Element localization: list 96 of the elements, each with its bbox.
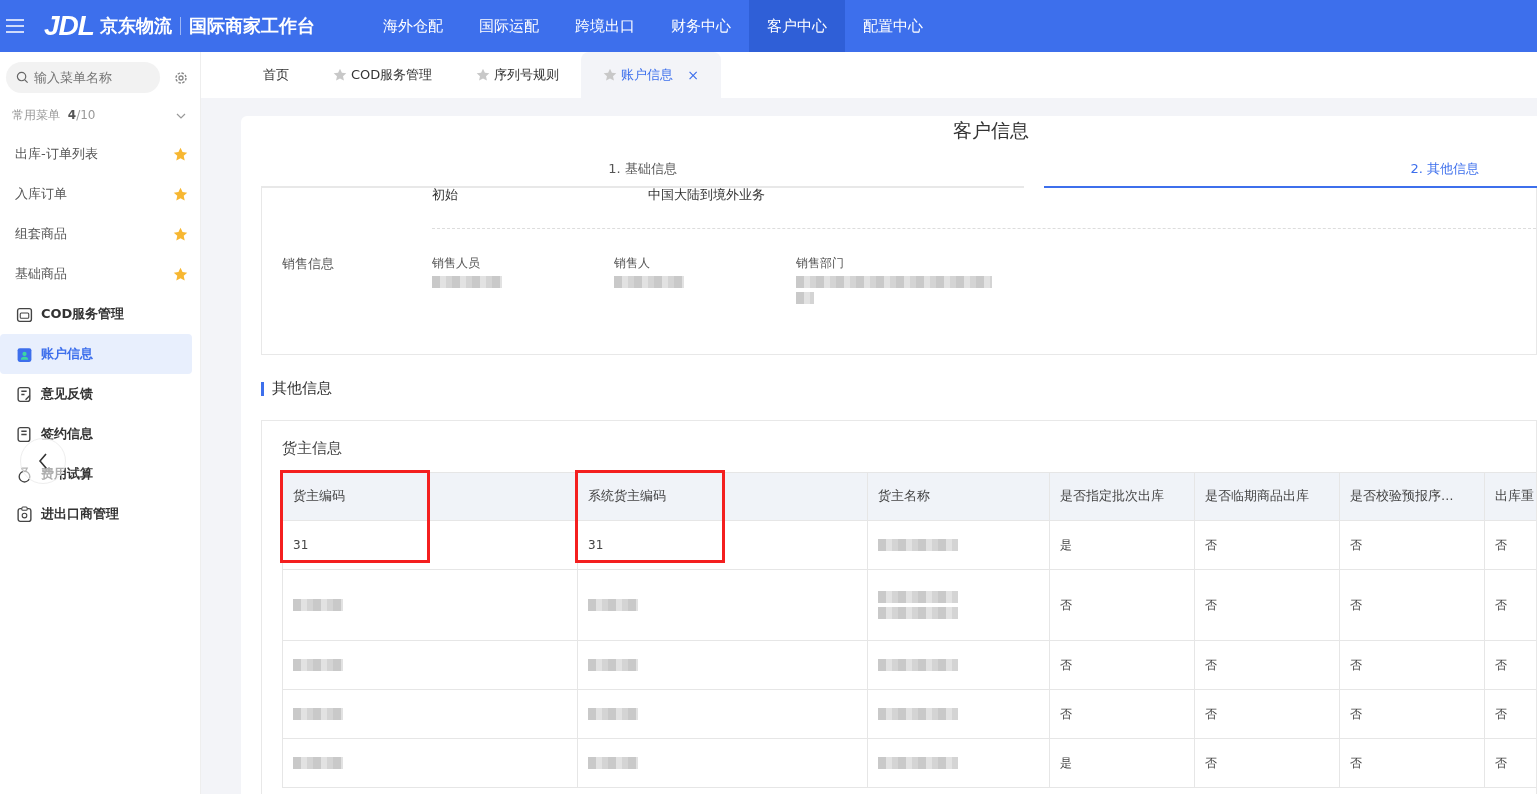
table-cell: 否 xyxy=(1485,521,1537,569)
field-label: 销售部门 xyxy=(796,255,845,272)
favorite-menu-item[interactable]: 基础商品 xyxy=(15,265,67,283)
star-icon[interactable] xyxy=(173,266,188,282)
table-cell: 否 xyxy=(1340,739,1485,787)
redacted-value xyxy=(614,276,684,288)
column-header: 货主名称 xyxy=(868,473,1050,520)
field-value: 中国大陆到境外业务 xyxy=(648,186,766,204)
search-field[interactable]: 输入菜单名称 xyxy=(6,62,160,93)
table-cell: 是 xyxy=(1050,739,1195,787)
section-heading: 其他信息 xyxy=(272,379,332,398)
logo-text: JDL xyxy=(44,10,94,42)
nav-tab[interactable]: 跨境出口 xyxy=(556,0,653,52)
column-header: 系统货主编码 xyxy=(578,473,868,520)
table-cell: 否 xyxy=(1050,641,1195,689)
chevron-icon[interactable] xyxy=(176,112,186,119)
money-bag-icon xyxy=(16,465,33,483)
star-icon[interactable] xyxy=(173,146,188,162)
table-cell: 否 xyxy=(1195,570,1340,640)
column-header: 出库重 xyxy=(1485,473,1537,520)
page-title: 客户信息 xyxy=(952,118,1030,143)
redacted-value xyxy=(293,757,343,769)
redacted-value xyxy=(588,708,638,720)
table-cell: 否 xyxy=(1485,739,1537,787)
table-cell: 否 xyxy=(1050,570,1195,640)
field-value: 初始 xyxy=(432,186,459,204)
page-tab[interactable]: 序列号规则 xyxy=(454,52,582,98)
menu-icon[interactable] xyxy=(6,19,24,33)
collapse-button[interactable] xyxy=(20,438,66,484)
document-icon xyxy=(16,425,33,443)
search-icon xyxy=(16,71,29,84)
step-tab[interactable]: 1. 基础信息 xyxy=(261,160,1024,188)
sidebar-item[interactable]: 进出口商管理 xyxy=(0,494,192,534)
table-cell: 否 xyxy=(1340,690,1485,738)
sidebar-item[interactable]: 意见反馈 xyxy=(0,374,192,414)
column-header: 货主编码 xyxy=(283,473,578,520)
field-label: 销售人员 xyxy=(432,255,481,272)
table-cell: 否 xyxy=(1485,641,1537,689)
star-icon[interactable] xyxy=(173,186,188,202)
edit-note-icon xyxy=(16,385,33,403)
clipboard-icon xyxy=(16,505,33,523)
column-header: 是否临期商品出库 xyxy=(1195,473,1340,520)
redacted-value xyxy=(588,599,638,611)
redacted-value xyxy=(432,276,502,288)
table-cell: 否 xyxy=(1340,641,1485,689)
nav-tab[interactable]: 海外仓配 xyxy=(364,0,461,52)
sidebar-item[interactable]: 费用试算 xyxy=(0,454,192,494)
close-icon[interactable]: × xyxy=(687,67,700,83)
redacted-value xyxy=(588,659,638,671)
badge-icon xyxy=(16,345,33,363)
redacted-value xyxy=(796,292,814,304)
table-cell: 否 xyxy=(1340,570,1485,640)
table-cell: 否 xyxy=(1195,641,1340,689)
step-tab[interactable]: 2. 其他信息 xyxy=(1043,160,1537,188)
redacted-value xyxy=(293,708,343,720)
favorites-label: 常用菜单 4/10 xyxy=(12,107,96,124)
table-cell: 否 xyxy=(1195,739,1340,787)
table-cell: 否 xyxy=(1485,570,1537,640)
nav-tab[interactable]: 配置中心 xyxy=(844,0,941,52)
section-label: 销售信息 xyxy=(281,255,335,273)
redacted-value xyxy=(588,757,638,769)
sidebar-item[interactable]: COD服务管理 xyxy=(0,294,192,334)
nav-tab[interactable]: 客户中心 xyxy=(748,0,845,52)
redacted-value xyxy=(293,599,343,611)
star-icon xyxy=(603,68,618,82)
redacted-value xyxy=(293,659,343,671)
nav-tab[interactable]: 财务中心 xyxy=(652,0,749,52)
nav-tab[interactable]: 国际运配 xyxy=(460,0,557,52)
table-cell: 31 xyxy=(578,521,868,569)
star-icon xyxy=(333,68,347,82)
product-name: 国际商家工作台 xyxy=(188,14,315,38)
favorite-menu-item[interactable]: 组套商品 xyxy=(15,225,67,243)
favorite-menu-item[interactable]: 出库-订单列表 xyxy=(15,145,98,163)
table-cell: 否 xyxy=(1195,690,1340,738)
field-label: 销售人 xyxy=(614,255,651,272)
chevron-left-icon xyxy=(38,453,48,469)
table-cell: 否 xyxy=(1050,690,1195,738)
table-cell: 否 xyxy=(1485,690,1537,738)
star-icon xyxy=(476,68,491,82)
favorite-menu-item[interactable]: 入库订单 xyxy=(15,185,67,203)
card-icon xyxy=(16,305,33,323)
column-header: 是否指定批次出库 xyxy=(1050,473,1195,520)
table-cell: 否 xyxy=(1340,521,1485,569)
page-tab[interactable]: COD服务管理 xyxy=(311,52,455,98)
table-cell: 是 xyxy=(1050,521,1195,569)
settings-icon[interactable] xyxy=(174,70,188,85)
table-cell: 否 xyxy=(1195,521,1340,569)
table-cell: 31 xyxy=(283,521,578,569)
page-tab[interactable]: 首页 xyxy=(241,52,311,98)
sidebar-item[interactable]: 签约信息 xyxy=(0,414,192,454)
column-header: 是否校验预报序… xyxy=(1340,473,1485,520)
star-icon[interactable] xyxy=(173,226,188,242)
brand-name: 京东物流 xyxy=(99,14,172,38)
sidebar-item[interactable]: 账户信息 xyxy=(0,334,192,374)
panel-title: 货主信息 xyxy=(282,439,343,458)
page-tab[interactable]: 账户信息 × xyxy=(581,52,722,98)
